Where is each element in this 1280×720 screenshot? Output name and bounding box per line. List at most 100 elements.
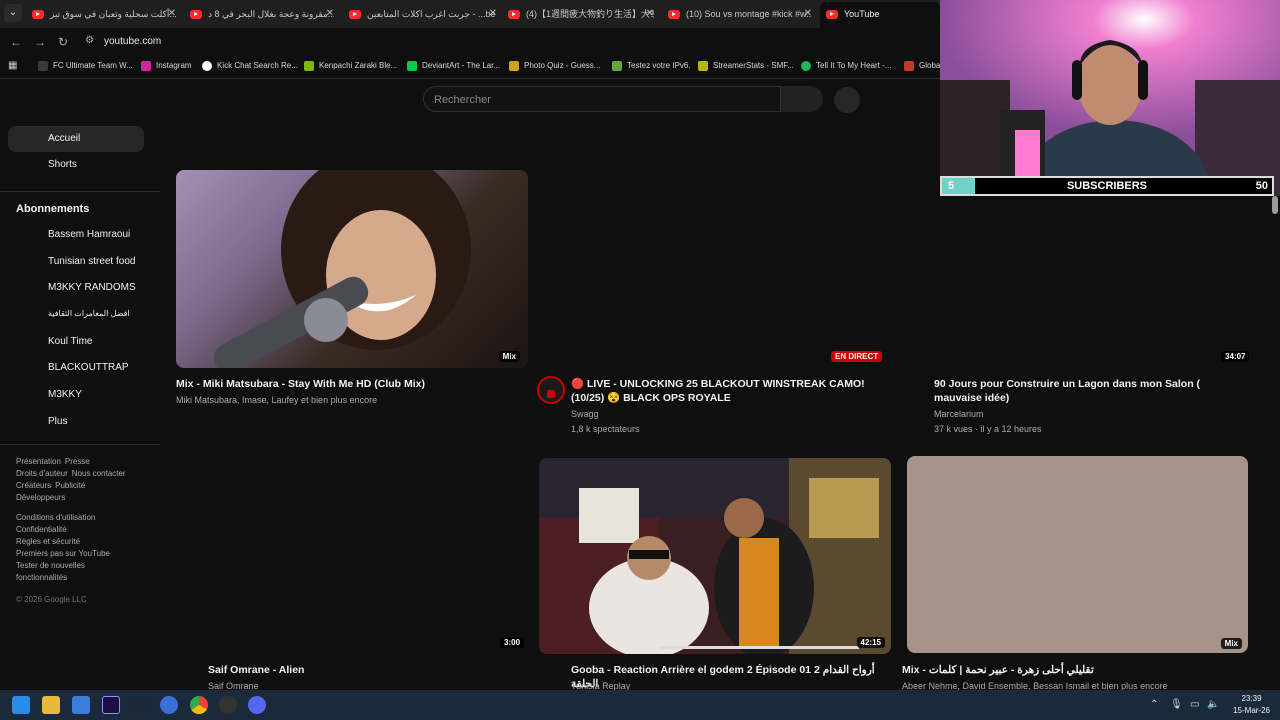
sidebar-item-accueil[interactable]: Accueil [8,126,144,152]
apps-grid-icon[interactable]: ▦ [8,61,18,71]
footer-link[interactable]: Créateurs [16,481,51,490]
footer-links: Présentation Presse [16,457,94,466]
sidebar-item-more[interactable]: Plus [8,409,144,435]
video-title[interactable]: Mix - Miki Matsubara - Stay With Me HD (… [176,377,528,391]
video-channel[interactable]: Swagg [571,409,599,419]
subscriptions-heading[interactable]: Abonnements [16,203,89,215]
sidebar-item-subscription[interactable]: Koul Time [8,329,144,355]
close-icon[interactable]: ✕ [804,4,812,24]
clock[interactable]: 23:39 15-Mar-26 [1233,693,1270,717]
tab-2[interactable]: مقرونة وعجة بغلال البحر في 8 د...✕ [190,4,334,24]
footer-links: Tester de nouvelles [16,561,89,570]
sidebar-item-shorts[interactable]: Shorts [8,152,144,178]
close-icon[interactable]: ✕ [168,4,176,24]
bookmark-7[interactable]: Testez votre IPv6. [612,61,691,71]
video-thumbnail[interactable]: Mix [907,456,1248,653]
sidebar-item-subscription[interactable]: افضل المغامرات الثقافية [8,302,144,328]
sidebar-item-subscription[interactable]: Bassem Hamraoui [8,222,144,248]
sidebar-item-subscription[interactable]: BLACKOUTTRAP [8,355,144,381]
channel-avatar[interactable] [537,376,565,404]
footer-link[interactable]: Règles et sécurité [16,537,80,546]
sidebar-item-subscription[interactable]: Tunisian street food [8,249,144,275]
close-icon[interactable]: ✕ [489,4,497,24]
forward-icon[interactable]: → [34,35,46,49]
bookmark-6[interactable]: Photo Quiz - Guess... [509,61,600,71]
obs-icon[interactable] [219,696,237,714]
footer-link[interactable]: Tester de nouvelles [16,561,85,570]
clock-date: 15-Mar-26 [1233,706,1270,715]
video-title[interactable]: Saif Omrane - Alien [208,663,508,677]
tab-5[interactable]: (10) Sou vs montage #kick #w... ✕ [668,4,812,24]
sidebar-item-subscription[interactable]: M3KKY RANDOMS [8,275,144,301]
premiere-icon[interactable] [102,696,120,714]
sidebar: Accueil Shorts Abonnements Bassem Hamrao… [0,80,160,690]
bookmark-2[interactable]: Instagram [141,61,192,71]
video-channel[interactable]: Miki Matsubara, Imase, Laufey et bien pl… [176,395,377,405]
webcam-image [940,0,1280,196]
youtube-icon [826,10,838,20]
tab-4[interactable]: (4)【1週間疲大物釣り生活】大事... ✕ [508,4,654,24]
tab-3[interactable]: جربت اغرب اكلات المتابعين - ...be ✕ [349,4,497,24]
video-thumbnail[interactable]: Mix [176,170,528,368]
network-icon[interactable]: ▭ [1190,699,1199,710]
reload-icon[interactable]: ↻ [58,35,68,49]
back-icon[interactable]: ← [10,35,22,49]
search-input[interactable]: Rechercher [423,86,781,112]
chevron-up-icon[interactable]: ⌃ [1150,699,1158,710]
footer-link[interactable]: Premiers pas sur YouTube [16,549,110,558]
divider [0,444,160,445]
app-icon[interactable] [160,696,178,714]
steam-icon[interactable] [130,696,148,714]
tab-1[interactable]: أكلت سحلية وثعبان في سوق تيز...✕ [32,4,176,24]
spotify-icon [801,61,811,71]
footer-link[interactable]: Développeurs [16,493,65,502]
footer-link[interactable]: Nous contacter [72,469,126,478]
bookmark-3[interactable]: Kick Chat Search Re... [202,61,298,71]
sidebar-item-subscription[interactable]: M3KKY [8,382,144,408]
video-title[interactable]: Mix - تقليلي أحلى زهرة - عبير نحمة | كلم… [902,663,1242,677]
viewer-count: 1,8 k spectateurs [571,424,640,434]
scrollbar[interactable] [1272,196,1278,214]
bookmark-favicon [202,61,212,71]
windows-start-icon[interactable] [12,696,30,714]
video-channel[interactable]: Marcelarium [934,409,984,419]
tab-search-button[interactable]: ⌄ [4,4,22,22]
footer-link[interactable]: Confidentialité [16,525,67,534]
site-info-icon[interactable]: ⚙ [85,35,94,46]
bookmark-5[interactable]: DeviantArt - The Lar... [407,61,500,71]
mix-badge: Mix [498,351,520,362]
footer-link[interactable]: Presse [65,457,90,466]
outlook-icon[interactable] [72,696,90,714]
file-explorer-icon[interactable] [42,696,60,714]
video-title[interactable]: 90 Jours pour Construire un Lagon dans m… [934,377,1244,405]
bookmark-favicon [304,61,314,71]
bookmark-1[interactable]: FC Ultimate Team W... [38,61,133,71]
video-title[interactable]: 🔴 LIVE - UNLOCKING 25 BLACKOUT WINSTREAK… [571,377,871,405]
volume-icon[interactable]: 🔈 [1207,699,1219,710]
close-icon[interactable]: ✕ [326,4,334,24]
thumbnail-image [539,458,891,654]
chrome-icon[interactable] [190,696,208,714]
microphone-icon[interactable]: 🎙 [1170,699,1183,710]
url-text[interactable]: youtube.com [104,36,161,47]
footer-link[interactable]: fonctionnalités [16,573,67,582]
subscriber-goal: 50 [1255,180,1268,192]
footer-link[interactable]: Publicité [55,481,85,490]
omnibox[interactable] [80,31,940,52]
video-thumbnail[interactable]: 42:15 [539,458,891,654]
search-button[interactable] [781,86,823,112]
bookmark-9[interactable]: Tell It To My Heart -... [801,61,891,71]
close-icon[interactable]: ✕ [646,4,654,24]
footer-links: Développeurs [16,493,69,502]
bookmark-10[interactable]: Globa [904,61,940,71]
tab-youtube-active[interactable]: YouTube [820,2,940,28]
footer-link[interactable]: Conditions d'utilisation [16,513,95,522]
footer-link[interactable]: Présentation [16,457,61,466]
bookmark-8[interactable]: StreamerStats - SMF... [698,61,794,71]
mix-badge: Mix [1220,638,1242,649]
bookmark-4[interactable]: Kenpachi Zaraki Ble... [304,61,397,71]
voice-search-button[interactable] [834,87,860,113]
footer-link[interactable]: Droits d'auteur [16,469,68,478]
discord-icon[interactable] [248,696,266,714]
subscriber-label: SUBSCRIBERS [1066,180,1148,192]
